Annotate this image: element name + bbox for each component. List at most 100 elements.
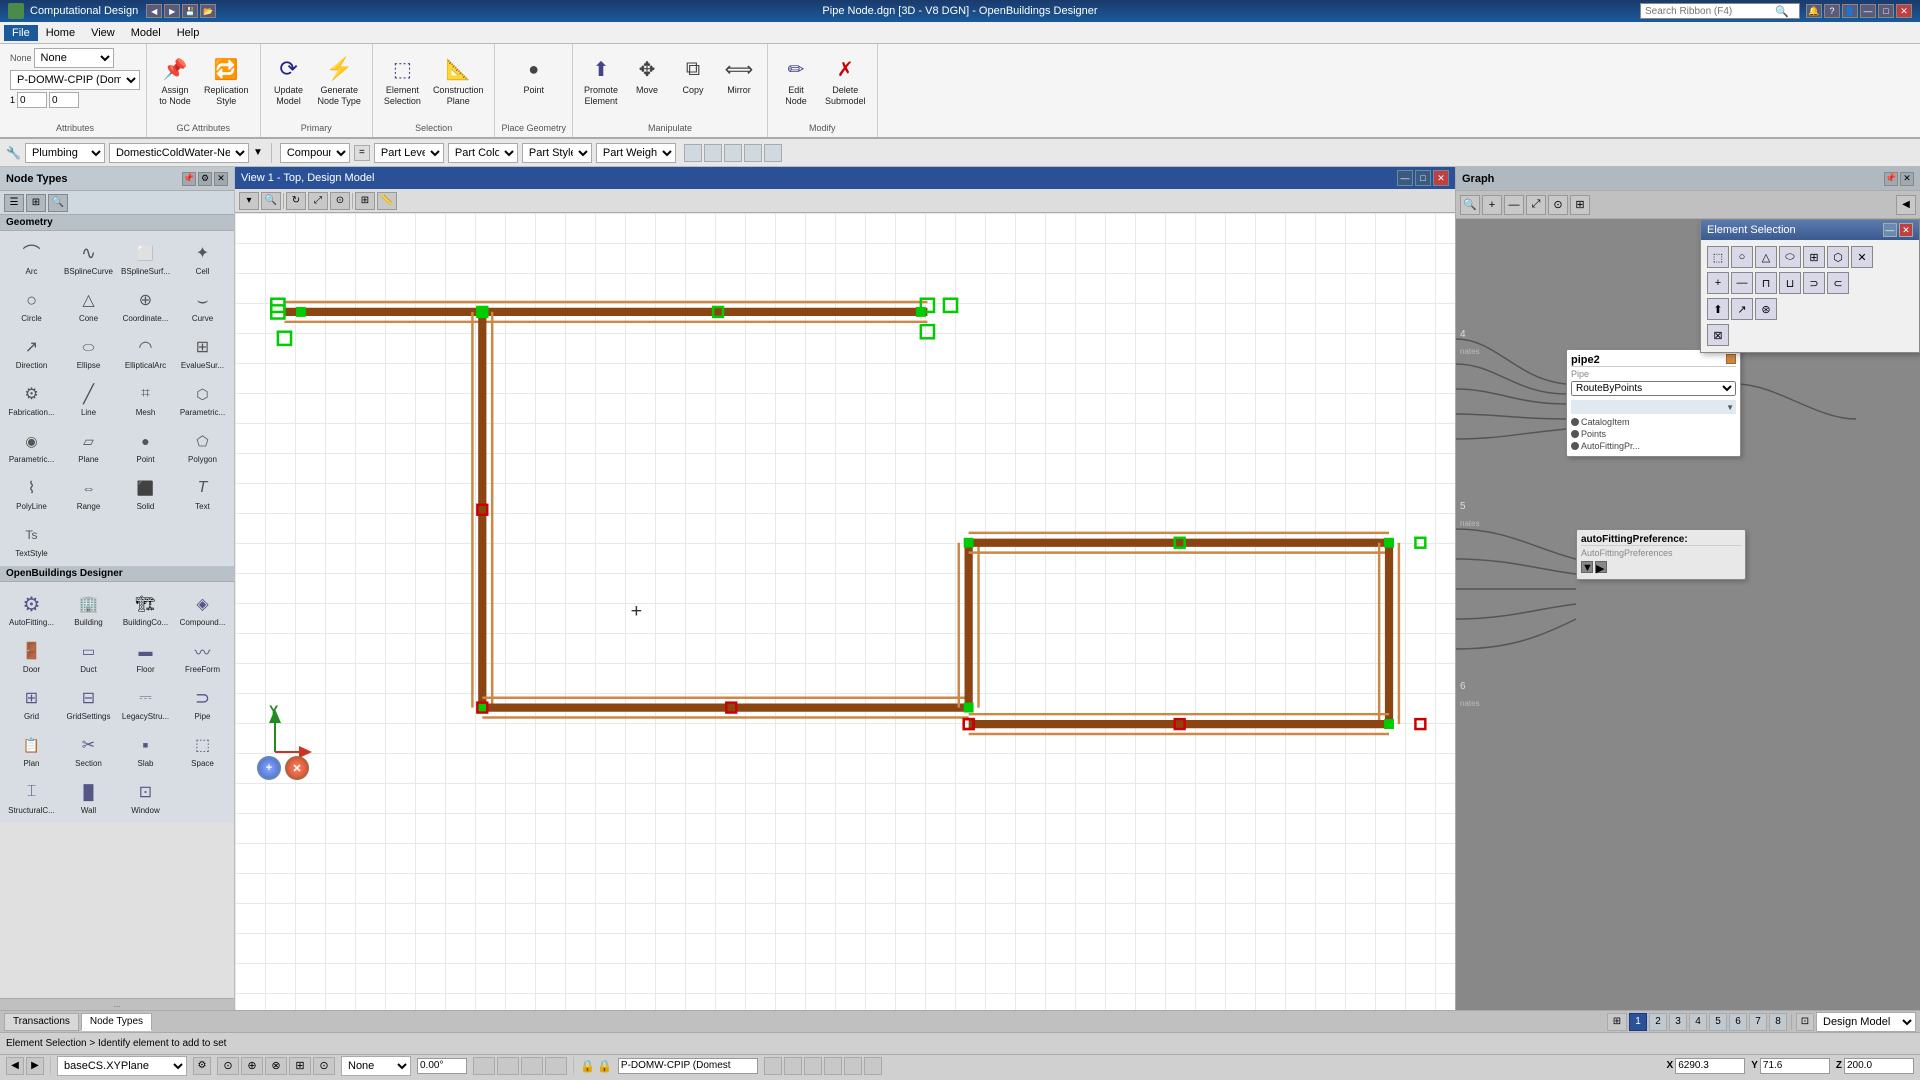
elem-sel-btn8[interactable]: + bbox=[1707, 272, 1729, 294]
node-item-freeform[interactable]: FreeForm bbox=[175, 633, 230, 678]
num-tab-1[interactable]: 1 bbox=[1629, 1013, 1647, 1031]
menu-home[interactable]: Home bbox=[38, 25, 83, 41]
attr-field2[interactable]: 0 bbox=[49, 92, 79, 108]
elem-sel-minimize[interactable]: — bbox=[1883, 223, 1897, 237]
mode-btn3[interactable] bbox=[521, 1057, 543, 1075]
graph-node-pipe2-dropdown[interactable]: RouteByPoints bbox=[1571, 381, 1736, 396]
part-color-select[interactable]: Part Color bbox=[448, 143, 518, 163]
water-type-select[interactable]: DomesticColdWater-New bbox=[109, 143, 249, 163]
coord-action-btn2[interactable] bbox=[784, 1057, 802, 1075]
node-item-structuralc[interactable]: StructuralC... bbox=[4, 774, 59, 819]
title-btn-3[interactable]: 💾 bbox=[182, 4, 198, 18]
node-item-parametric2[interactable]: Parametric... bbox=[4, 423, 59, 468]
search-box[interactable]: 🔍 bbox=[1640, 3, 1800, 19]
move-btn[interactable]: ✥ Move bbox=[625, 48, 669, 112]
elem-sel-btn17[interactable]: ⊠ bbox=[1707, 324, 1729, 346]
viewport[interactable]: + Y + ✕ bbox=[235, 213, 1455, 1010]
y-input[interactable] bbox=[1760, 1058, 1830, 1074]
node-search-list-btn[interactable]: ☰ bbox=[4, 194, 24, 212]
node-item-polyline[interactable]: PolyLine bbox=[4, 470, 59, 515]
elem-sel-btn7[interactable]: ✕ bbox=[1851, 246, 1873, 268]
node-item-coordinate[interactable]: Coordinate... bbox=[118, 282, 173, 327]
node-search-find-btn[interactable]: 🔍 bbox=[48, 194, 68, 212]
coord-action-btn3[interactable] bbox=[804, 1057, 822, 1075]
title-btn-4[interactable]: 📂 bbox=[200, 4, 216, 18]
delete-submodel-btn[interactable]: ✗ DeleteSubmodel bbox=[820, 48, 871, 112]
elem-sel-btn9[interactable]: — bbox=[1731, 272, 1753, 294]
node-item-text[interactable]: Text bbox=[175, 470, 230, 515]
num-tab-3[interactable]: 3 bbox=[1669, 1013, 1687, 1031]
elem-sel-btn1[interactable]: ⬚ bbox=[1707, 246, 1729, 268]
node-item-floor[interactable]: Floor bbox=[118, 633, 173, 678]
graph-area[interactable]: 4 nates 5 nates 6 nates pipe2 Pipe Route… bbox=[1456, 219, 1920, 1010]
none-select-bottom[interactable]: None bbox=[341, 1056, 411, 1076]
maximize-btn[interactable]: □ bbox=[1878, 4, 1894, 18]
node-item-point[interactable]: Point bbox=[118, 423, 173, 468]
graph-node-pipe2-select-row[interactable]: ▼ bbox=[1571, 400, 1736, 414]
cs-plane-select[interactable]: baseCS.XYPlane bbox=[57, 1056, 187, 1076]
replication-style-btn[interactable]: 🔁 ReplicationStyle bbox=[199, 48, 254, 112]
z-input[interactable] bbox=[1844, 1058, 1914, 1074]
x-input[interactable] bbox=[1675, 1058, 1745, 1074]
elem-sel-btn3[interactable]: △ bbox=[1755, 246, 1777, 268]
vp-fit-btn[interactable]: ⤢ bbox=[308, 192, 328, 210]
graph-collapse-btn[interactable]: ◀ bbox=[1896, 195, 1916, 215]
elem-sel-btn13[interactable]: ⊂ bbox=[1827, 272, 1849, 294]
angle-input[interactable] bbox=[417, 1058, 467, 1074]
num-tab-6[interactable]: 6 bbox=[1729, 1013, 1747, 1031]
minimize-btn[interactable]: — bbox=[1860, 4, 1876, 18]
design-model-select[interactable]: Design Model bbox=[1816, 1012, 1916, 1032]
attr-icon-btn4[interactable] bbox=[744, 144, 762, 162]
node-item-window[interactable]: Window bbox=[118, 774, 173, 819]
part-level-select[interactable]: Part Level bbox=[374, 143, 444, 163]
mode-btn2[interactable] bbox=[497, 1057, 519, 1075]
part-weight-select[interactable]: Part Weight bbox=[596, 143, 676, 163]
num-tab-5[interactable]: 5 bbox=[1709, 1013, 1727, 1031]
elem-sel-btn6[interactable]: ⬡ bbox=[1827, 246, 1849, 268]
elem-sel-btn14[interactable]: ⬆ bbox=[1707, 298, 1729, 320]
node-item-parametric[interactable]: Parametric... bbox=[175, 376, 230, 421]
elem-sel-btn16[interactable]: ⊛ bbox=[1755, 298, 1777, 320]
node-item-ellipse[interactable]: Ellipse bbox=[61, 329, 116, 374]
node-item-door[interactable]: Door bbox=[4, 633, 59, 678]
node-item-slab[interactable]: Slab bbox=[118, 727, 173, 772]
elem-sel-btn4[interactable]: ⬭ bbox=[1779, 246, 1801, 268]
graph-tb-btn2[interactable]: + bbox=[1482, 195, 1502, 215]
axis-plus-btn[interactable]: + bbox=[257, 756, 281, 780]
plumbing-select[interactable]: Plumbing bbox=[25, 143, 105, 163]
assign-to-node-btn[interactable]: 📌 Assignto Node bbox=[153, 48, 197, 112]
graph-close-btn[interactable]: ✕ bbox=[1900, 172, 1914, 186]
node-item-fabrication[interactable]: Fabrication... bbox=[4, 376, 59, 421]
graph-tb-btn3[interactable]: — bbox=[1504, 195, 1524, 215]
node-item-gridsettings[interactable]: GridSettings bbox=[61, 680, 116, 725]
node-item-section[interactable]: Section bbox=[61, 727, 116, 772]
snap-btn5[interactable]: ⊙ bbox=[313, 1057, 335, 1075]
elem-sel-btn15[interactable]: ↗ bbox=[1731, 298, 1753, 320]
menu-model[interactable]: Model bbox=[123, 25, 169, 41]
snap-btn3[interactable]: ⊗ bbox=[265, 1057, 287, 1075]
node-item-range[interactable]: Range bbox=[61, 470, 116, 515]
node-search-icon-btn[interactable]: ⊞ bbox=[26, 194, 46, 212]
title-btn-2[interactable]: ▶ bbox=[164, 4, 180, 18]
node-item-duct[interactable]: Duct bbox=[61, 633, 116, 678]
element-selection-btn[interactable]: ⬚ ElementSelection bbox=[379, 48, 426, 112]
node-item-grid[interactable]: Grid bbox=[4, 680, 59, 725]
autofitting-expand-btn[interactable]: ▶ bbox=[1595, 561, 1607, 573]
part-style-select[interactable]: Part Style bbox=[522, 143, 592, 163]
graph-tb-btn5[interactable]: ⊙ bbox=[1548, 195, 1568, 215]
num-tab-4[interactable]: 4 bbox=[1689, 1013, 1707, 1031]
coord-settings-btn[interactable]: ⚙ bbox=[193, 1057, 211, 1075]
node-item-direction[interactable]: Direction bbox=[4, 329, 59, 374]
node-item-circle[interactable]: Circle bbox=[4, 282, 59, 327]
profile-input[interactable] bbox=[618, 1058, 758, 1074]
elem-sel-btn2[interactable]: ○ bbox=[1731, 246, 1753, 268]
node-item-plane[interactable]: Plane bbox=[61, 423, 116, 468]
node-item-compound[interactable]: Compound... bbox=[175, 586, 230, 631]
tab-transactions[interactable]: Transactions bbox=[4, 1013, 79, 1031]
node-item-mesh[interactable]: Mesh bbox=[118, 376, 173, 421]
title-btn-1[interactable]: ◀ bbox=[146, 4, 162, 18]
graph-node-pipe2-handle[interactable] bbox=[1726, 354, 1736, 364]
user-icon[interactable]: 👤 bbox=[1842, 4, 1858, 18]
node-item-space[interactable]: Space bbox=[175, 727, 230, 772]
snap-btn4[interactable]: ⊞ bbox=[289, 1057, 311, 1075]
